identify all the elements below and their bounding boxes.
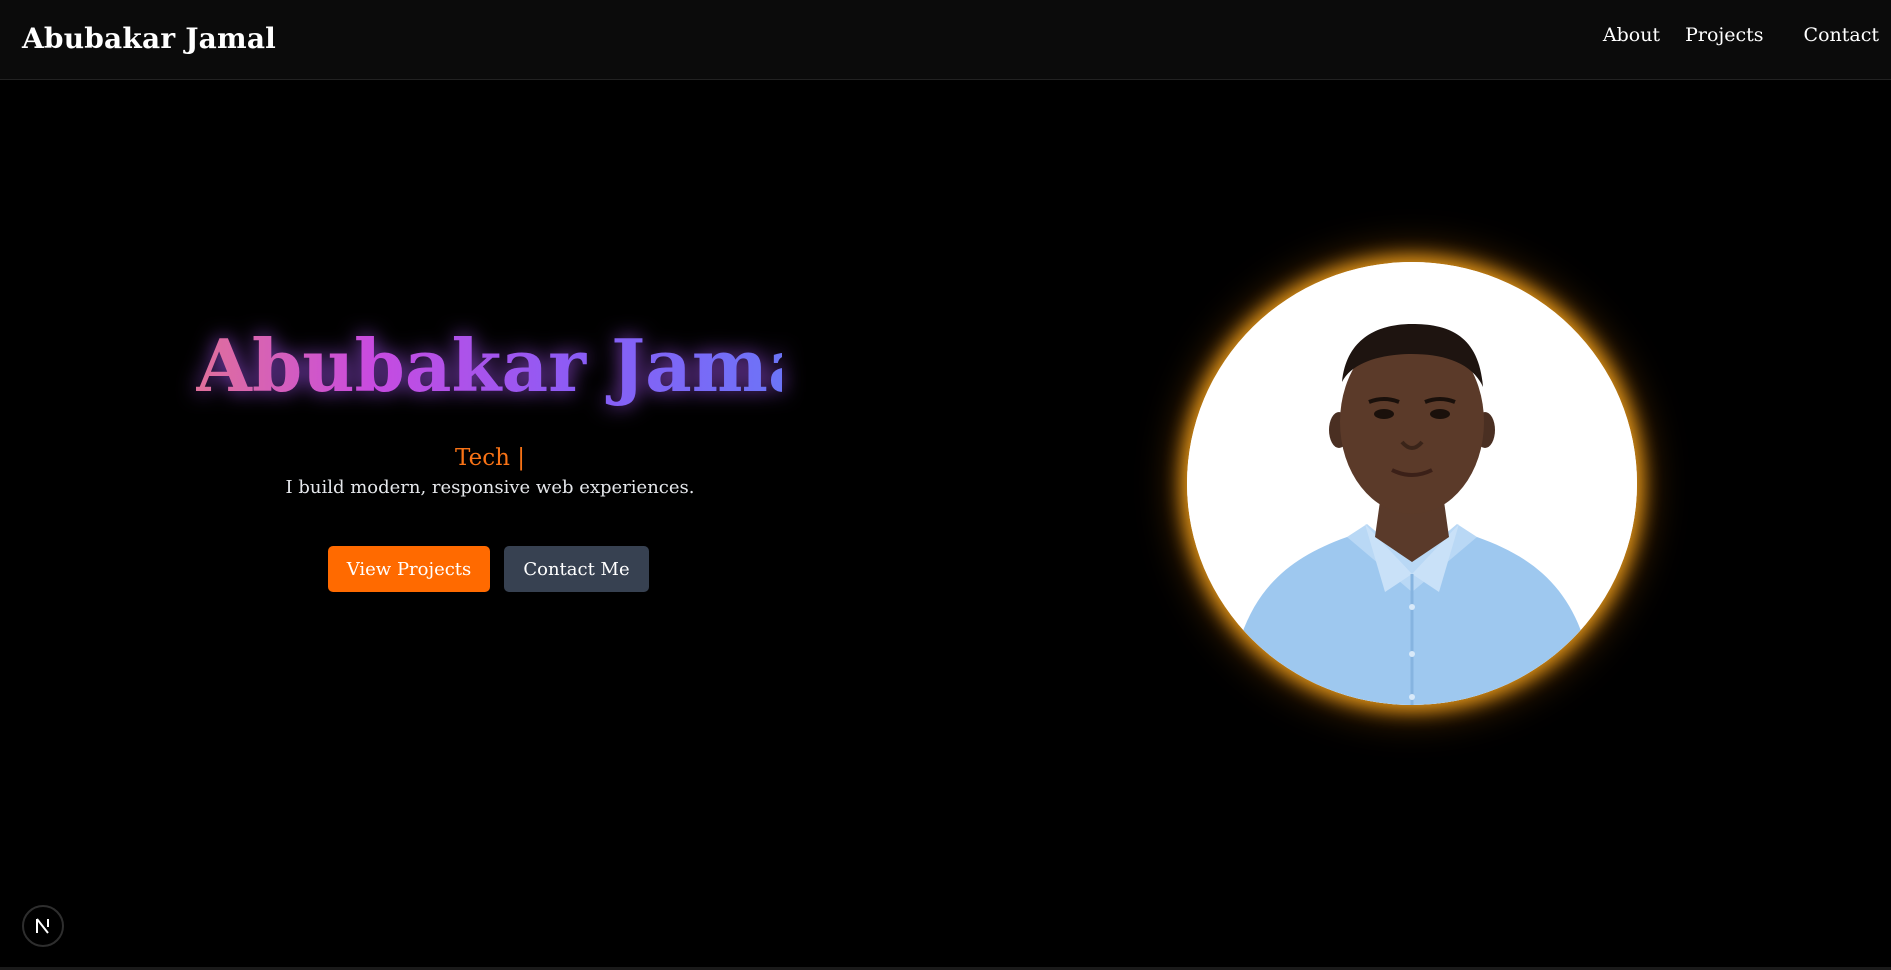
typed-role-text: Tech | bbox=[455, 445, 525, 471]
nav-link-contact[interactable]: Contact bbox=[1804, 24, 1879, 46]
brand-logo-text[interactable]: Abubakar Jamal bbox=[22, 22, 276, 55]
hero-section: Abubakar Jamal Tech | I build modern, re… bbox=[0, 80, 980, 900]
hero-tagline: I build modern, responsive web experienc… bbox=[285, 477, 695, 498]
hero-button-row: View Projects Contact Me bbox=[328, 546, 649, 592]
nav-link-projects[interactable]: Projects bbox=[1685, 24, 1763, 46]
view-projects-button[interactable]: View Projects bbox=[328, 546, 490, 592]
profile-photo-illustration bbox=[1187, 262, 1637, 705]
nav-links: About Projects Contact bbox=[1603, 24, 1879, 46]
nextjs-icon bbox=[36, 918, 49, 934]
nextjs-dev-badge[interactable] bbox=[22, 905, 64, 947]
contact-me-button[interactable]: Contact Me bbox=[504, 546, 649, 592]
hero-name: Abubakar Jamal bbox=[196, 323, 842, 408]
profile-photo bbox=[1187, 262, 1637, 705]
navbar: Abubakar Jamal About Projects Contact bbox=[0, 0, 1891, 80]
nav-link-about[interactable]: About bbox=[1603, 24, 1660, 46]
